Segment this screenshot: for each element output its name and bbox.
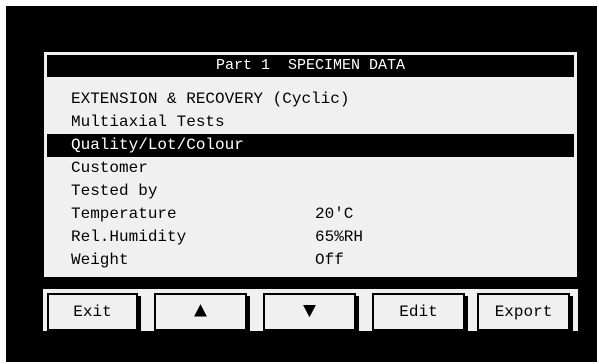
menu-item-label: Customer — [71, 159, 148, 177]
menu-item-label: Weight — [71, 251, 129, 269]
menu-item-temperature[interactable]: Temperature 20'C — [47, 203, 574, 226]
down-arrow-icon: ▼ — [302, 299, 317, 324]
menu-item-quality-lot-colour[interactable]: Quality/Lot/Colour — [47, 134, 574, 157]
down-button[interactable]: ▼ — [263, 293, 356, 331]
menu-item-label: Multiaxial Tests — [71, 113, 225, 131]
edit-button[interactable]: Edit — [372, 293, 465, 331]
specimen-data-panel: Part 1 SPECIMEN DATA EXTENSION & RECOVER… — [43, 51, 578, 278]
menu-item-label: Tested by — [71, 182, 158, 200]
menu-item-tested-by[interactable]: Tested by — [47, 180, 574, 203]
button-bar: Exit ▲ ▼ Edit Export — [43, 289, 578, 331]
up-arrow-icon: ▲ — [193, 299, 208, 324]
menu-item-label: Rel.Humidity — [71, 228, 187, 246]
menu-item-extension-recovery[interactable]: EXTENSION & RECOVERY (Cyclic) — [47, 88, 574, 111]
menu-item-value: Off — [315, 251, 344, 269]
lcd-screen: Part 1 SPECIMEN DATA EXTENSION & RECOVER… — [6, 6, 597, 362]
exit-button[interactable]: Exit — [47, 293, 138, 331]
menu-item-value: 65%RH — [315, 228, 364, 246]
menu-item-label: Quality/Lot/Colour — [71, 136, 244, 154]
menu-item-customer[interactable]: Customer — [47, 157, 574, 180]
panel-title: Part 1 SPECIMEN DATA — [47, 55, 574, 77]
menu-item-multiaxial-tests[interactable]: Multiaxial Tests — [47, 111, 574, 134]
menu-item-value: 20'C — [315, 205, 354, 223]
up-button[interactable]: ▲ — [154, 293, 247, 331]
device-frame: Part 1 SPECIMEN DATA EXTENSION & RECOVER… — [0, 0, 599, 364]
menu-item-label: Temperature — [71, 205, 177, 223]
export-button[interactable]: Export — [477, 293, 570, 331]
menu-item-rel-humidity[interactable]: Rel.Humidity 65%RH — [47, 226, 574, 249]
menu-item-weight[interactable]: Weight Off — [47, 249, 574, 272]
menu-item-label: EXTENSION & RECOVERY (Cyclic) — [71, 90, 350, 108]
